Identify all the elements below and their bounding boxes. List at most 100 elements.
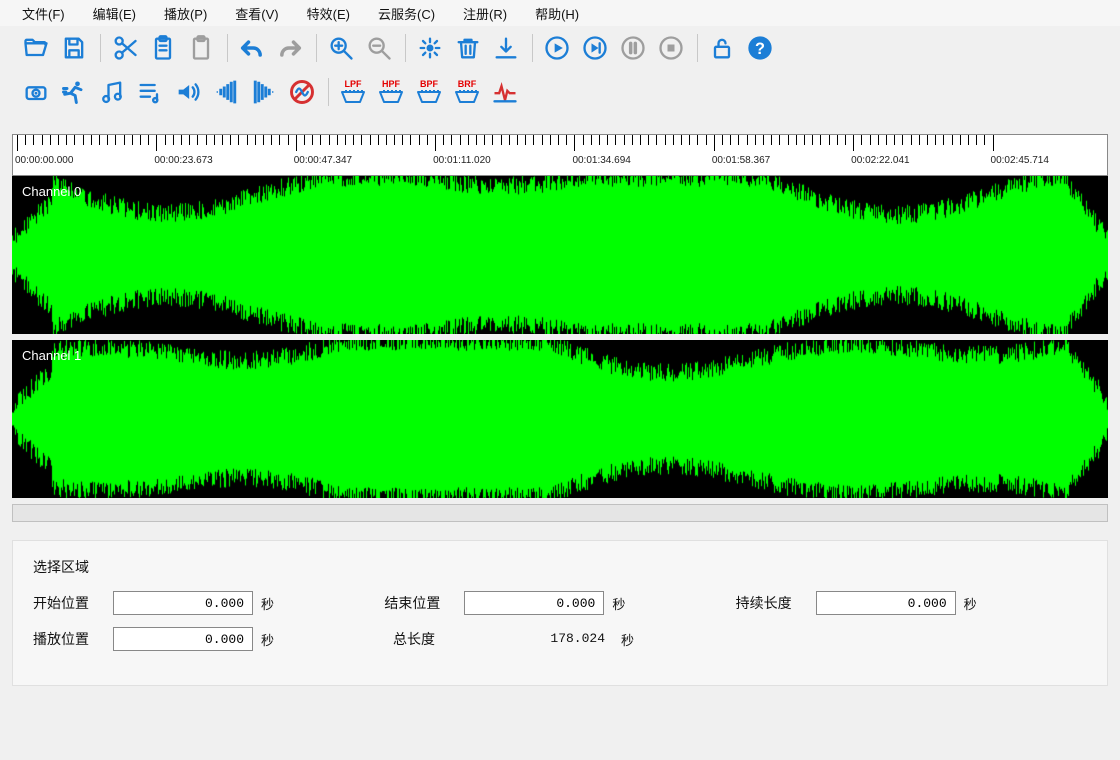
ruler-ticks — [13, 135, 1107, 155]
time-ruler[interactable]: 00:00:00.000 00:00:23.673 00:00:47.347 00:0… — [12, 134, 1108, 176]
end-position-input[interactable] — [464, 591, 604, 615]
stop-button[interactable] — [653, 30, 689, 66]
hpf-filter-button[interactable]: HPF — [373, 74, 409, 110]
total-length-value: 178.024 — [473, 627, 613, 651]
toolbar-separator — [227, 34, 228, 62]
filter-label: BRF — [458, 80, 477, 89]
waveform-area: Channel 0 Channel 1 — [12, 176, 1108, 498]
fade-out-button[interactable] — [246, 74, 282, 110]
start-position-input[interactable] — [113, 591, 253, 615]
playlist-icon — [136, 78, 164, 106]
end-position-label: 结束位置 — [384, 593, 464, 613]
toolbar-separator — [405, 34, 406, 62]
filter-label: BPF — [420, 80, 438, 89]
menu-register[interactable]: 注册(R) — [449, 1, 521, 26]
ruler-time-label: 00:02:22.041 — [851, 155, 909, 166]
record-button[interactable] — [18, 74, 54, 110]
playlist-button[interactable] — [132, 74, 168, 110]
ruler-time-label: 00:00:47.347 — [294, 155, 352, 166]
start-position-label: 开始位置 — [33, 593, 113, 613]
volume-button[interactable] — [170, 74, 206, 110]
ruler-time-label: 00:02:45.714 — [991, 155, 1049, 166]
play-button[interactable] — [539, 30, 575, 66]
channel-0[interactable]: Channel 0 — [12, 176, 1108, 334]
open-button[interactable] — [18, 30, 54, 66]
ruler-time-label: 00:01:34.694 — [572, 155, 630, 166]
play-position-input[interactable] — [113, 627, 253, 651]
sparkle-icon — [416, 34, 444, 62]
ruler-time-label: 00:00:23.673 — [154, 155, 212, 166]
pulse-icon — [491, 78, 519, 106]
duration-field: 持续长度 秒 — [736, 591, 1087, 615]
pause-button[interactable] — [615, 30, 651, 66]
menu-help[interactable]: 帮助(H) — [521, 1, 593, 26]
filter-basket-icon — [416, 90, 442, 104]
fade-in-button[interactable] — [208, 74, 244, 110]
duration-input[interactable] — [816, 591, 956, 615]
zoom-out-button[interactable] — [361, 30, 397, 66]
filter-label: LPF — [345, 80, 362, 89]
music-button[interactable] — [94, 74, 130, 110]
toolbar-separator — [328, 78, 329, 106]
total-length-label: 总长度 — [393, 629, 473, 649]
paste-icon — [187, 34, 215, 62]
paste-button[interactable] — [183, 30, 219, 66]
brf-filter-button[interactable]: BRF — [449, 74, 485, 110]
trash-icon — [454, 34, 482, 62]
zoom-in-button[interactable] — [323, 30, 359, 66]
waveform-canvas[interactable] — [12, 176, 1108, 334]
selection-panel: 选择区域 开始位置 秒 结束位置 秒 持续长度 秒 播放位置 秒 总长度 178… — [12, 540, 1108, 686]
unlock-icon — [708, 34, 736, 62]
toolbar-main: ? — [0, 26, 1120, 70]
stop-icon — [657, 34, 685, 62]
copy-button[interactable] — [145, 30, 181, 66]
menu-play[interactable]: 播放(P) — [150, 1, 221, 26]
save-icon — [60, 34, 88, 62]
ruler-time-label: 00:01:58.367 — [712, 155, 770, 166]
delete-button[interactable] — [450, 30, 486, 66]
ruler-time-label: 00:00:00.000 — [15, 155, 73, 166]
unit-label: 秒 — [261, 594, 274, 613]
filter-basket-icon — [340, 90, 366, 104]
waveform-canvas[interactable] — [12, 340, 1108, 498]
unit-label: 秒 — [612, 594, 625, 613]
start-position-field: 开始位置 秒 — [33, 591, 384, 615]
timestretch-button[interactable] — [56, 74, 92, 110]
play-loop-button[interactable] — [577, 30, 613, 66]
fade-out-icon — [250, 78, 278, 106]
lpf-filter-button[interactable]: LPF — [335, 74, 371, 110]
menu-effects[interactable]: 特效(E) — [293, 1, 364, 26]
unit-label: 秒 — [261, 630, 274, 649]
menu-cloud[interactable]: 云服务(C) — [364, 1, 449, 26]
scissors-icon — [111, 34, 139, 62]
menu-bar: 文件(F) 编辑(E) 播放(P) 查看(V) 特效(E) 云服务(C) 注册(… — [0, 0, 1120, 26]
ruler-labels: 00:00:00.000 00:00:23.673 00:00:47.347 00:0… — [13, 155, 1107, 173]
bpf-filter-button[interactable]: BPF — [411, 74, 447, 110]
record-device-icon — [22, 78, 50, 106]
channel-label: Channel 1 — [22, 348, 81, 363]
redo-button[interactable] — [272, 30, 308, 66]
unlock-button[interactable] — [704, 30, 740, 66]
music-icon — [98, 78, 126, 106]
play-position-field: 播放位置 秒 — [33, 627, 393, 651]
menu-file[interactable]: 文件(F) — [8, 1, 79, 26]
running-icon — [60, 78, 88, 106]
normalize-button[interactable] — [487, 74, 523, 110]
undo-icon — [238, 34, 266, 62]
help-button[interactable]: ? — [742, 30, 778, 66]
cut-button[interactable] — [107, 30, 143, 66]
menu-edit[interactable]: 编辑(E) — [79, 1, 150, 26]
no-fx-button[interactable] — [284, 74, 320, 110]
filter-basket-icon — [454, 90, 480, 104]
filter-basket-icon — [378, 90, 404, 104]
undo-button[interactable] — [234, 30, 270, 66]
save-button[interactable] — [56, 30, 92, 66]
menu-view[interactable]: 查看(V) — [221, 1, 292, 26]
effects-button[interactable] — [412, 30, 448, 66]
waveform-scrollbar[interactable] — [12, 504, 1108, 522]
unit-label: 秒 — [964, 594, 977, 613]
export-button[interactable] — [488, 30, 524, 66]
zoom-in-icon — [327, 34, 355, 62]
channel-1[interactable]: Channel 1 — [12, 340, 1108, 498]
toolbar-separator — [532, 34, 533, 62]
